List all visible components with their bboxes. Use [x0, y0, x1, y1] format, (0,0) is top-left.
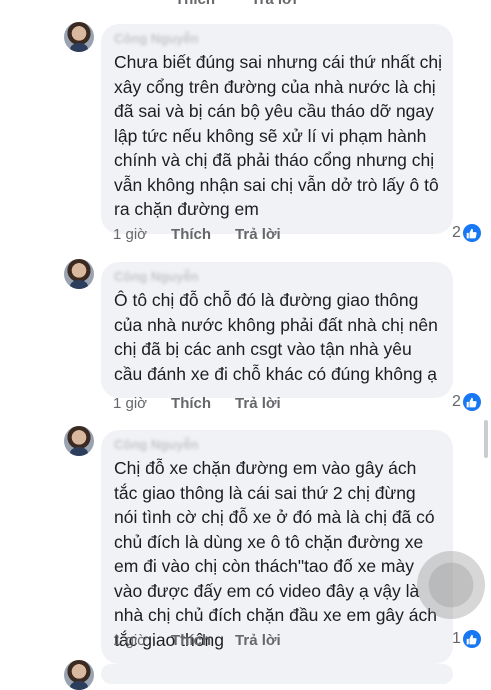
- prev-like-button[interactable]: Thích: [175, 0, 215, 8]
- reply-button[interactable]: Trả lời: [235, 632, 281, 649]
- previous-comment-actions: Thích Trả lời: [175, 0, 329, 8]
- prev-reply-button[interactable]: Trả lời: [251, 0, 297, 8]
- like-button[interactable]: Thích: [171, 395, 211, 412]
- comment-time[interactable]: 1 giờ: [113, 632, 147, 649]
- next-comment-avatar[interactable]: [64, 660, 94, 690]
- like-button[interactable]: Thích: [171, 632, 211, 649]
- like-thumb-icon: [462, 630, 481, 648]
- comment-text: Chưa biết đúng sai nhưng cái thứ nhất ch…: [114, 52, 442, 219]
- comment-author[interactable]: Công Nguyễn: [114, 268, 443, 286]
- reply-button[interactable]: Trả lời: [235, 395, 281, 412]
- reaction-summary[interactable]: 2: [452, 224, 481, 242]
- comment-text: Ô tô chị đỗ chỗ đó là đường giao thông c…: [114, 290, 438, 384]
- reaction-summary[interactable]: 2: [452, 393, 481, 411]
- comment-bubble: Công Nguyễn Chưa biết đúng sai nhưng cái…: [101, 24, 453, 234]
- comment-bubble: Công Nguyễn Ô tô chị đỗ chỗ đó là đường …: [101, 262, 453, 398]
- reaction-count: 2: [452, 393, 461, 410]
- comment-meta: 1 giờ Thích Trả lời: [113, 226, 281, 243]
- scrollbar-thumb[interactable]: [484, 420, 488, 458]
- comment-author[interactable]: Công Nguyễn: [114, 436, 443, 454]
- comment-author[interactable]: Công Nguyễn: [114, 30, 443, 48]
- comment-time[interactable]: 1 giờ: [113, 395, 147, 412]
- avatar[interactable]: [64, 259, 94, 289]
- comment-bubble: Công Nguyễn Chị đỗ xe chặn đường em vào …: [101, 430, 453, 664]
- reply-button[interactable]: Trả lời: [235, 226, 281, 243]
- next-comment-bubble: [101, 664, 453, 684]
- avatar[interactable]: [64, 22, 94, 52]
- like-thumb-icon: [462, 393, 481, 411]
- comment-text: Chị đỗ xe chặn đường em vào gây ách tắc …: [114, 458, 437, 650]
- comment-meta: 1 giờ Thích Trả lời: [113, 632, 281, 649]
- reaction-count: 1: [452, 630, 461, 647]
- comment-time[interactable]: 1 giờ: [113, 226, 147, 243]
- avatar[interactable]: [64, 426, 94, 456]
- assistive-touch-button[interactable]: [417, 551, 485, 619]
- reaction-count: 2: [452, 224, 461, 241]
- comment-meta: 1 giờ Thích Trả lời: [113, 395, 281, 412]
- reaction-summary[interactable]: 1: [452, 630, 481, 648]
- like-thumb-icon: [462, 224, 481, 242]
- like-button[interactable]: Thích: [171, 226, 211, 243]
